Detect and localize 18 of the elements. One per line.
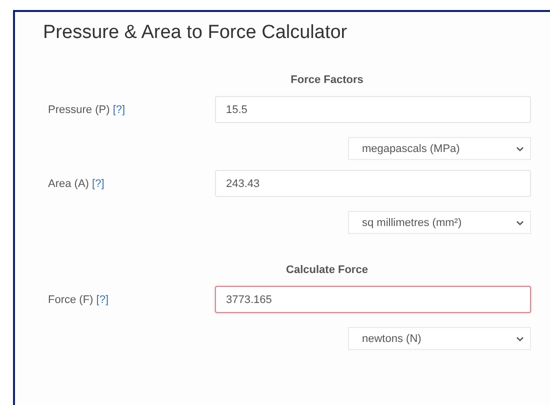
unit-dropdown[interactable]: newtons (N) [348, 327, 531, 350]
help-link[interactable]: [?] [96, 294, 109, 306]
chevron-icon [516, 146, 524, 152]
unit-dropdown[interactable]: sq millimetres (mm²) [348, 211, 531, 234]
field-label: Pressure (P) [?] [48, 104, 126, 116]
value-field[interactable]: 243.43 [215, 170, 531, 197]
unit-dropdown[interactable]: megapascals (MPa) [348, 137, 531, 160]
section-heading: Calculate Force [285, 264, 369, 276]
section-heading: Force Factors [290, 74, 364, 86]
help-link[interactable]: [?] [92, 178, 104, 190]
value-field[interactable]: 15.5 [215, 96, 531, 123]
field-label: Force (F) [?] [48, 294, 110, 306]
chevron-icon [516, 336, 524, 342]
help-link[interactable]: [?] [112, 104, 126, 116]
chevron-icon [516, 220, 524, 226]
value-field[interactable]: 3773.165 [215, 286, 531, 313]
field-label: Area (A) [?] [48, 178, 106, 190]
calculator-title: Pressure & Area to Force Calculator [43, 22, 348, 44]
